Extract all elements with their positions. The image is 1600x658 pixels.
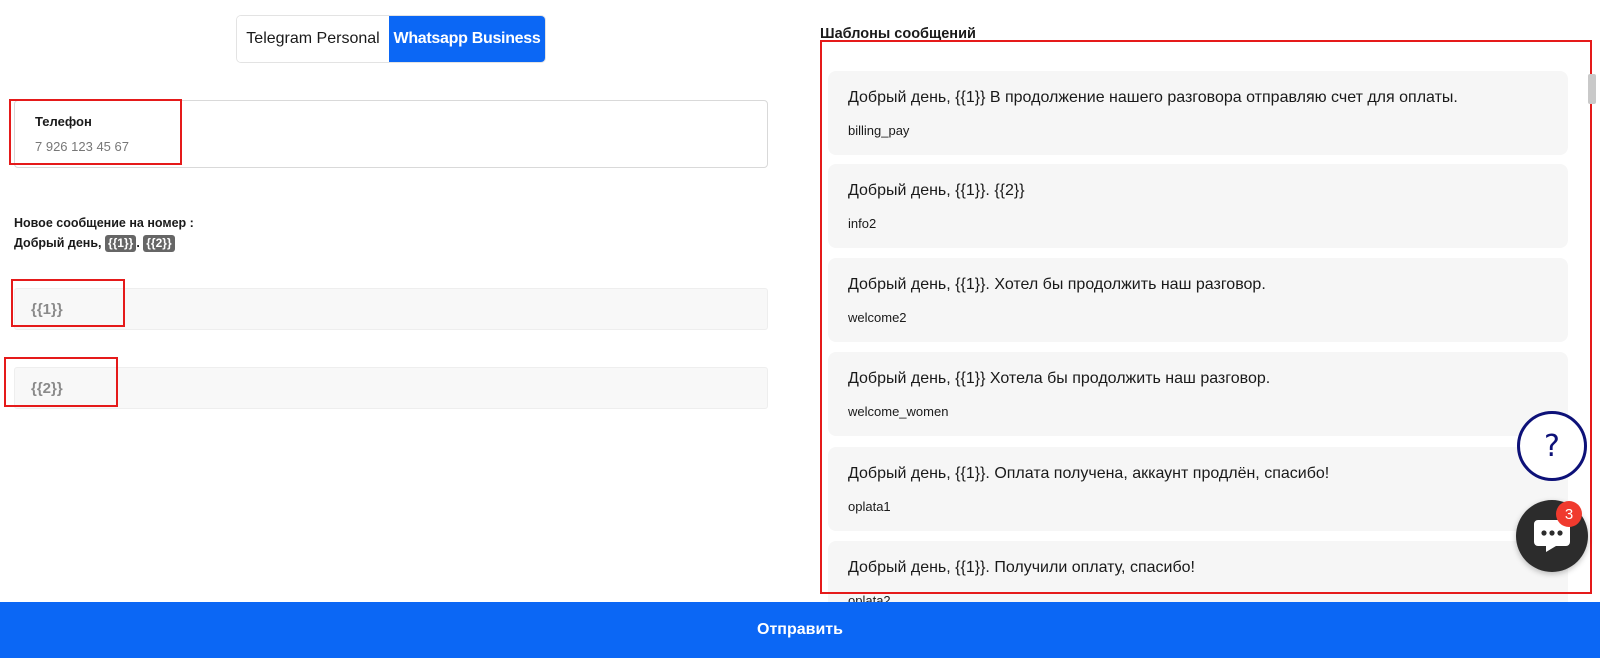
- template-name: oplata1: [848, 499, 891, 514]
- phone-field: Телефон: [14, 100, 768, 168]
- templates-list: Добрый день, {{1}} В продолжение нашего …: [828, 62, 1568, 602]
- template-card-oplata2[interactable]: Добрый день, {{1}}. Получили оплату, спа…: [828, 541, 1568, 602]
- templates-title: Шаблоны сообщений: [820, 26, 976, 42]
- templates-scrollbar[interactable]: [1588, 70, 1596, 610]
- template-name: info2: [848, 216, 877, 231]
- preview-heading: Новое сообщение на номер :: [14, 216, 194, 230]
- chat-unread-badge: 3: [1556, 501, 1582, 527]
- preview-text-prefix: Добрый день,: [14, 236, 105, 250]
- template-card-oplata1[interactable]: Добрый день, {{1}}. Оплата получена, акк…: [828, 447, 1568, 531]
- template-text: Добрый день, {{1}} Хотела бы продолжить …: [848, 370, 1271, 387]
- tab-telegram-personal[interactable]: Telegram Personal: [237, 16, 389, 62]
- preview-var2-tag: {{2}}: [143, 235, 175, 252]
- preview-var1-tag: {{1}}: [104, 235, 137, 252]
- template-text: Добрый день, {{1}}. {{2}}: [848, 182, 1025, 199]
- variable-2-field: [14, 367, 768, 409]
- template-card-billing-pay[interactable]: Добрый день, {{1}} В продолжение нашего …: [828, 71, 1568, 155]
- tab-whatsapp-business[interactable]: Whatsapp Business: [389, 16, 545, 62]
- scrollbar-thumb[interactable]: [1588, 74, 1596, 104]
- template-text: Добрый день, {{1}}. Получили оплату, спа…: [848, 559, 1195, 576]
- template-text: Добрый день, {{1}}. Хотел бы продолжить …: [848, 276, 1266, 293]
- phone-label: Телефон: [35, 114, 92, 129]
- template-name: welcome_women: [848, 404, 949, 419]
- question-icon: ?: [1544, 428, 1560, 464]
- help-button[interactable]: ?: [1517, 411, 1587, 481]
- template-text: Добрый день, {{1}} В продолжение нашего …: [848, 89, 1458, 106]
- preview-text: Добрый день, {{1}}. {{2}}: [14, 233, 194, 253]
- template-name: welcome2: [848, 310, 907, 325]
- template-card-welcome2[interactable]: Добрый день, {{1}}. Хотел бы продолжить …: [828, 258, 1568, 342]
- template-card-info2[interactable]: Добрый день, {{1}}. {{2}} info2: [828, 164, 1568, 248]
- template-name: oplata2: [848, 593, 891, 602]
- message-preview: Новое сообщение на номер : Добрый день, …: [14, 213, 194, 253]
- variable-1-input[interactable]: [15, 289, 767, 329]
- variable-1-field: [14, 288, 768, 330]
- send-button[interactable]: Отправить: [0, 602, 1600, 658]
- template-text: Добрый день, {{1}}. Оплата получена, акк…: [848, 465, 1330, 482]
- template-card-welcome-women[interactable]: Добрый день, {{1}} Хотела бы продолжить …: [828, 352, 1568, 436]
- template-name: billing_pay: [848, 123, 910, 138]
- variable-2-input[interactable]: [15, 368, 767, 408]
- page: Telegram Personal Whatsapp Business Теле…: [0, 0, 1600, 658]
- preview-separator: .: [136, 236, 144, 250]
- phone-input[interactable]: [35, 136, 735, 156]
- messenger-tabs: Telegram Personal Whatsapp Business: [236, 15, 546, 63]
